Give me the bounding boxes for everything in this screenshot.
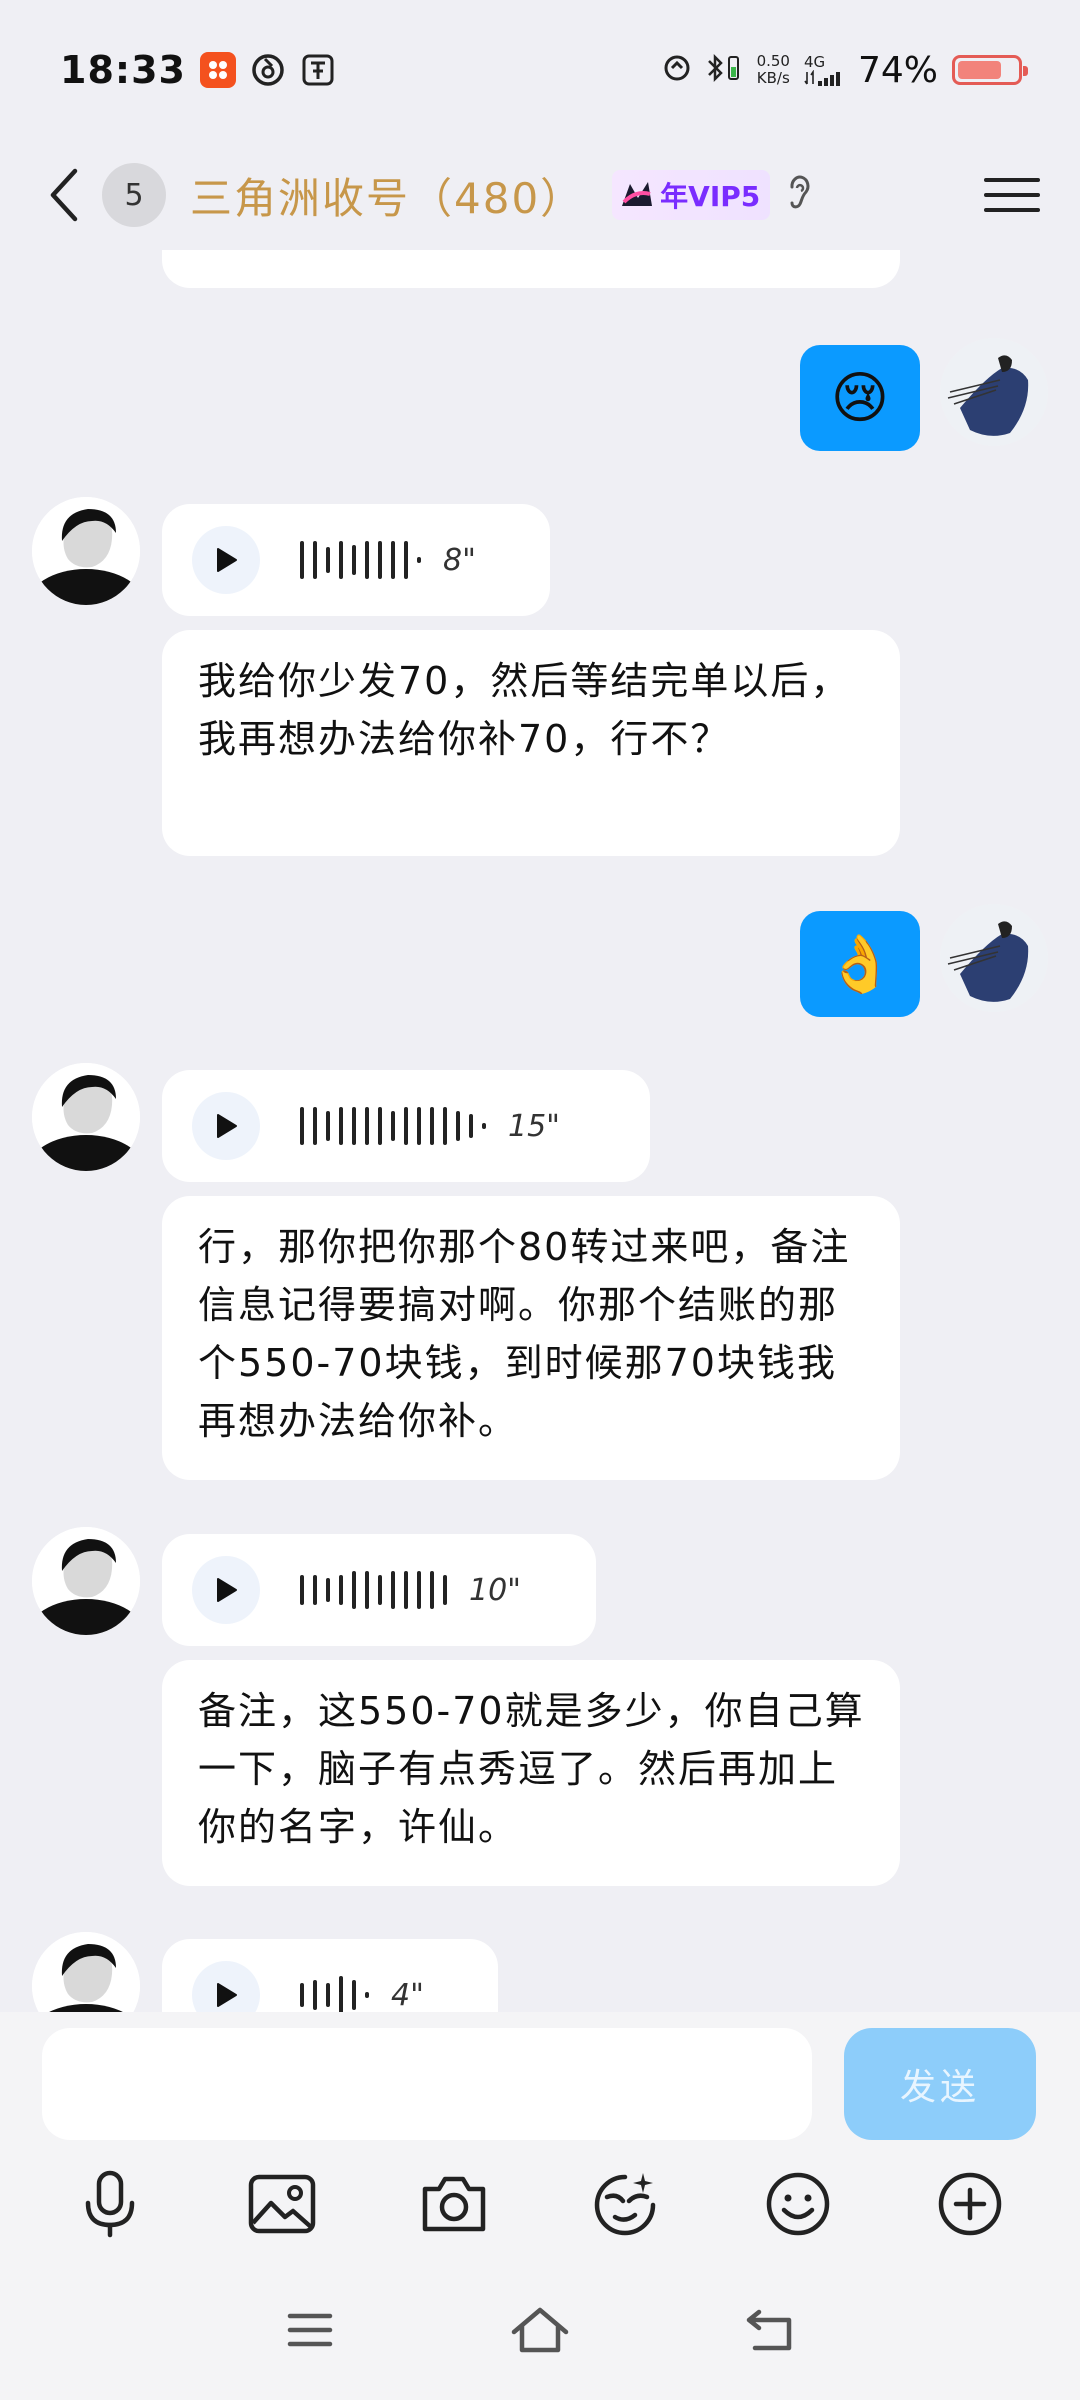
contact-avatar[interactable] (32, 1527, 140, 1635)
voice-duration: 10" (469, 1572, 521, 1608)
recents-button[interactable] (270, 2290, 350, 2370)
voice-duration: 8" (443, 542, 476, 578)
emoji-icon (766, 2172, 830, 2236)
voice-duration: 15" (508, 1108, 560, 1144)
app-notification-icon (199, 52, 236, 88)
text-message-bubble[interactable]: 行，那你把你那个80转过来吧，备注信息记得要搞对啊。你那个结账的那个550-70… (162, 1196, 900, 1480)
ok-hand-emoji: 👌 (825, 932, 895, 997)
chat-header: 5 三角洲收号（480） 年VIP5 (0, 140, 1080, 250)
message-bubble-partial[interactable] (162, 250, 900, 288)
play-button[interactable] (192, 1092, 260, 1160)
back-nav-button[interactable] (730, 2290, 810, 2370)
battery-icon (952, 55, 1028, 85)
crying-face-emoji: 😢 (830, 365, 890, 431)
image-icon (248, 2174, 316, 2234)
net-speed-value: 0.50 (756, 52, 790, 70)
home-icon (511, 2307, 569, 2353)
contact-avatar[interactable] (32, 1063, 140, 1171)
system-navigation-bar (0, 2260, 1080, 2400)
chevron-left-icon (50, 168, 78, 222)
microphone-icon (85, 2170, 135, 2238)
camera-icon (422, 2176, 486, 2232)
photo-button[interactable] (237, 2159, 327, 2249)
waveform (300, 1965, 369, 2012)
back-button[interactable] (40, 163, 88, 227)
message-text: 行，那你把你那个80转过来吧，备注信息记得要搞对啊。你那个结账的那个550-70… (198, 1225, 851, 1443)
play-button[interactable] (192, 1961, 260, 2012)
send-button[interactable]: 发送 (844, 2028, 1036, 2140)
home-button[interactable] (500, 2290, 580, 2370)
play-button[interactable] (192, 526, 260, 594)
more-button[interactable] (925, 2159, 1015, 2249)
music-app-icon (250, 52, 286, 88)
waveform (300, 1560, 447, 1620)
text-message-bubble[interactable]: 备注，这550-70就是多少，你自己算一下，脑子有点秀逗了。然后再加上你的名字，… (162, 1660, 900, 1886)
battery-percent: 74% (857, 49, 938, 91)
play-icon (217, 548, 237, 572)
status-time: 18:33 (60, 48, 186, 92)
cell-signal: 4G (804, 54, 844, 86)
menu-lines-icon (287, 2313, 333, 2347)
contact-avatar[interactable] (32, 497, 140, 605)
ear-icon[interactable] (784, 173, 814, 217)
vpn-icon (663, 54, 691, 86)
hamburger-line (984, 208, 1040, 212)
text-message-bubble[interactable]: 我给你少发70，然后等结完单以后，我再想办法给你补70，行不？ (162, 630, 900, 856)
magic-face-icon (594, 2173, 656, 2236)
waveform (300, 1096, 486, 1156)
message-input[interactable] (42, 2028, 812, 2140)
play-icon (217, 1114, 237, 1138)
vip-crown-icon (622, 182, 653, 206)
voice-duration: 4" (391, 1977, 424, 2013)
self-avatar[interactable] (940, 338, 1048, 446)
contact-avatar[interactable] (32, 1932, 140, 2012)
message-text: 备注，这550-70就是多少，你自己算一下，脑子有点秀逗了。然后再加上你的名字，… (198, 1689, 865, 1849)
composer: 发送 (0, 2012, 1080, 2148)
camera-button[interactable] (409, 2159, 499, 2249)
menu-button[interactable] (984, 167, 1040, 223)
voice-input-button[interactable] (65, 2159, 155, 2249)
group-buy-app-icon (300, 52, 336, 88)
unread-count-badge[interactable]: 5 (102, 163, 166, 227)
voice-message-bubble[interactable]: 8" (162, 504, 550, 616)
back-arrow-icon (746, 2309, 792, 2351)
hamburger-line (984, 178, 1040, 182)
self-avatar[interactable] (940, 904, 1048, 1012)
bluetooth-battery-icon (705, 52, 743, 88)
vip-label: 年VIP5 (660, 180, 761, 213)
net-speed: 0.50 KB/s (757, 53, 790, 87)
plus-icon (938, 2172, 1002, 2236)
waveform (300, 530, 421, 590)
composer-toolbar (0, 2148, 1080, 2260)
chat-title: 三角洲收号（480） (190, 173, 585, 223)
network-type: 4G (803, 53, 826, 71)
voice-message-bubble[interactable]: 10" (162, 1534, 596, 1646)
play-icon (217, 1578, 237, 1602)
emoji-message-bubble[interactable]: 😢 (800, 345, 920, 451)
play-button[interactable] (192, 1556, 260, 1624)
emoji-message-bubble[interactable]: 👌 (800, 911, 920, 1017)
signal-bars-icon (804, 70, 840, 86)
hamburger-line (984, 193, 1040, 197)
vip-badge[interactable]: 年VIP5 (612, 170, 771, 220)
net-speed-unit: KB/s (756, 69, 790, 87)
voice-message-bubble[interactable]: 15" (162, 1070, 650, 1182)
message-list[interactable]: 😢 8" 我给你少发70，然后等结完单以后，我再想办法给你补70，行不？ 👌 1… (0, 250, 1080, 2012)
play-icon (217, 1983, 237, 2007)
emoji-button[interactable] (753, 2159, 843, 2249)
voice-message-bubble[interactable]: 4" (162, 1939, 498, 2012)
status-bar: 18:33 0.50 KB/s 4G 74% (0, 0, 1080, 140)
magic-expression-button[interactable] (581, 2159, 671, 2249)
message-text: 我给你少发70，然后等结完单以后，我再想办法给你补70，行不？ (198, 659, 851, 761)
